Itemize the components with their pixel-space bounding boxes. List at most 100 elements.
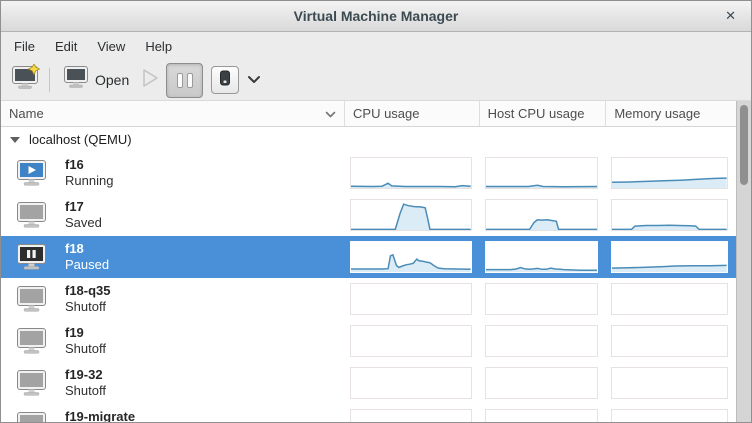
vm-name: f18-q35 xyxy=(65,283,111,299)
vm-name: f19-32 xyxy=(65,367,106,383)
vm-memory-usage-cell xyxy=(606,320,736,362)
vm-status: Saved xyxy=(65,215,102,231)
new-vm-button[interactable] xyxy=(8,63,44,97)
vm-name-cell: f16 Running xyxy=(1,152,345,194)
host-cpu-usage-sparkline xyxy=(485,199,599,231)
pause-icon xyxy=(177,73,183,88)
memory-usage-sparkline xyxy=(611,409,728,422)
cpu-usage-sparkline xyxy=(350,367,472,399)
column-header-cpu-usage[interactable]: CPU usage xyxy=(345,101,480,126)
memory-usage-sparkline xyxy=(611,199,728,231)
vm-name-cell: f19-migrate Shutoff xyxy=(1,404,345,422)
vm-text: f19-32 Shutoff xyxy=(65,367,106,400)
new-vm-icon xyxy=(11,64,41,96)
host-connection-row[interactable]: localhost (QEMU) xyxy=(1,127,736,152)
host-cpu-usage-sparkline xyxy=(485,157,599,189)
vm-name-cell: f18 Paused xyxy=(1,236,345,278)
menu-view[interactable]: View xyxy=(87,34,135,59)
shutdown-menu-button[interactable] xyxy=(247,71,261,89)
open-button-label: Open xyxy=(95,72,129,88)
vm-memory-usage-cell xyxy=(606,194,736,236)
column-header-name-label: Name xyxy=(9,106,44,121)
vm-state-icon xyxy=(16,412,47,423)
vm-name-cell: f19-32 Shutoff xyxy=(1,362,345,404)
vm-status: Shutoff xyxy=(65,299,111,315)
vm-row[interactable]: f18-q35 Shutoff xyxy=(1,278,736,320)
memory-usage-sparkline xyxy=(611,325,728,357)
vm-host-cpu-usage-cell xyxy=(480,236,607,278)
run-button[interactable] xyxy=(141,68,160,93)
memory-usage-sparkline xyxy=(611,367,728,399)
menu-edit[interactable]: Edit xyxy=(45,34,87,59)
vm-text: f17 Saved xyxy=(65,199,102,232)
shutdown-icon xyxy=(219,70,231,91)
vm-row[interactable]: f19 Shutoff xyxy=(1,320,736,362)
open-console-icon xyxy=(63,66,89,94)
column-header-name[interactable]: Name xyxy=(1,101,345,126)
vm-memory-usage-cell xyxy=(606,278,736,320)
vm-state-icon xyxy=(16,286,47,313)
expander-icon[interactable] xyxy=(10,137,20,143)
vm-name: f16 xyxy=(65,157,113,173)
vm-status: Paused xyxy=(65,257,109,273)
vertical-scrollbar[interactable] xyxy=(736,101,751,422)
cpu-usage-sparkline xyxy=(350,157,472,189)
vm-cpu-usage-cell xyxy=(345,404,480,422)
memory-usage-sparkline xyxy=(611,157,728,189)
menubar: FileEditViewHelp xyxy=(1,32,751,60)
vm-list-panel: Name CPU usage Host CPU usage Memory usa… xyxy=(1,100,751,422)
column-header-host-cpu-usage[interactable]: Host CPU usage xyxy=(480,101,607,126)
menu-help[interactable]: Help xyxy=(135,34,182,59)
app-window: Virtual Machine Manager ✕ FileEditViewHe… xyxy=(0,0,752,423)
vm-text: f18 Paused xyxy=(65,241,109,274)
play-icon xyxy=(141,68,160,93)
memory-usage-sparkline xyxy=(611,283,728,315)
host-cpu-usage-sparkline xyxy=(485,409,599,422)
vm-memory-usage-cell xyxy=(606,152,736,194)
close-icon[interactable]: ✕ xyxy=(725,9,736,22)
vm-state-icon xyxy=(16,370,47,397)
vm-state-icon xyxy=(16,202,47,229)
vm-row[interactable]: f19-32 Shutoff xyxy=(1,362,736,404)
vm-status: Shutoff xyxy=(65,341,106,357)
vm-row[interactable]: f19-migrate Shutoff xyxy=(1,404,736,422)
vm-memory-usage-cell xyxy=(606,236,736,278)
toolbar: Open xyxy=(1,60,751,100)
vm-state-icon xyxy=(16,328,47,355)
vm-name-cell: f18-q35 Shutoff xyxy=(1,278,345,320)
column-headers: Name CPU usage Host CPU usage Memory usa… xyxy=(1,101,736,127)
host-connection-label: localhost (QEMU) xyxy=(29,132,132,147)
cpu-usage-sparkline xyxy=(350,241,472,273)
vm-cpu-usage-cell xyxy=(345,320,480,362)
shutdown-button[interactable] xyxy=(211,66,239,94)
vm-cpu-usage-cell xyxy=(345,152,480,194)
vm-row[interactable]: f18 Paused xyxy=(1,236,736,278)
memory-usage-sparkline xyxy=(611,241,728,273)
vm-state-icon xyxy=(16,160,47,187)
vm-memory-usage-cell xyxy=(606,404,736,422)
vm-text: f16 Running xyxy=(65,157,113,190)
vm-host-cpu-usage-cell xyxy=(480,362,607,404)
open-button[interactable]: Open xyxy=(55,62,137,98)
pause-icon xyxy=(187,73,193,88)
menu-file[interactable]: File xyxy=(4,34,45,59)
toolbar-separator xyxy=(49,68,50,92)
titlebar[interactable]: Virtual Machine Manager ✕ xyxy=(1,1,751,32)
cpu-usage-sparkline xyxy=(350,409,472,422)
sort-indicator-icon[interactable] xyxy=(325,106,336,121)
vm-name-cell: f17 Saved xyxy=(1,194,345,236)
vm-name: f19 xyxy=(65,325,106,341)
vm-status: Shutoff xyxy=(65,383,106,399)
cpu-usage-sparkline xyxy=(350,325,472,357)
window-title: Virtual Machine Manager xyxy=(294,8,459,24)
vm-row[interactable]: f16 Running xyxy=(1,152,736,194)
vm-row[interactable]: f17 Saved xyxy=(1,194,736,236)
pause-button[interactable] xyxy=(166,63,203,98)
vm-status: Running xyxy=(65,173,113,189)
vm-text: f19-migrate Shutoff xyxy=(65,409,135,422)
scrollbar-thumb[interactable] xyxy=(740,105,748,185)
host-cpu-usage-sparkline xyxy=(485,241,599,273)
column-header-memory-usage[interactable]: Memory usage xyxy=(606,101,736,126)
vm-cpu-usage-cell xyxy=(345,194,480,236)
vm-text: f19 Shutoff xyxy=(65,325,106,358)
